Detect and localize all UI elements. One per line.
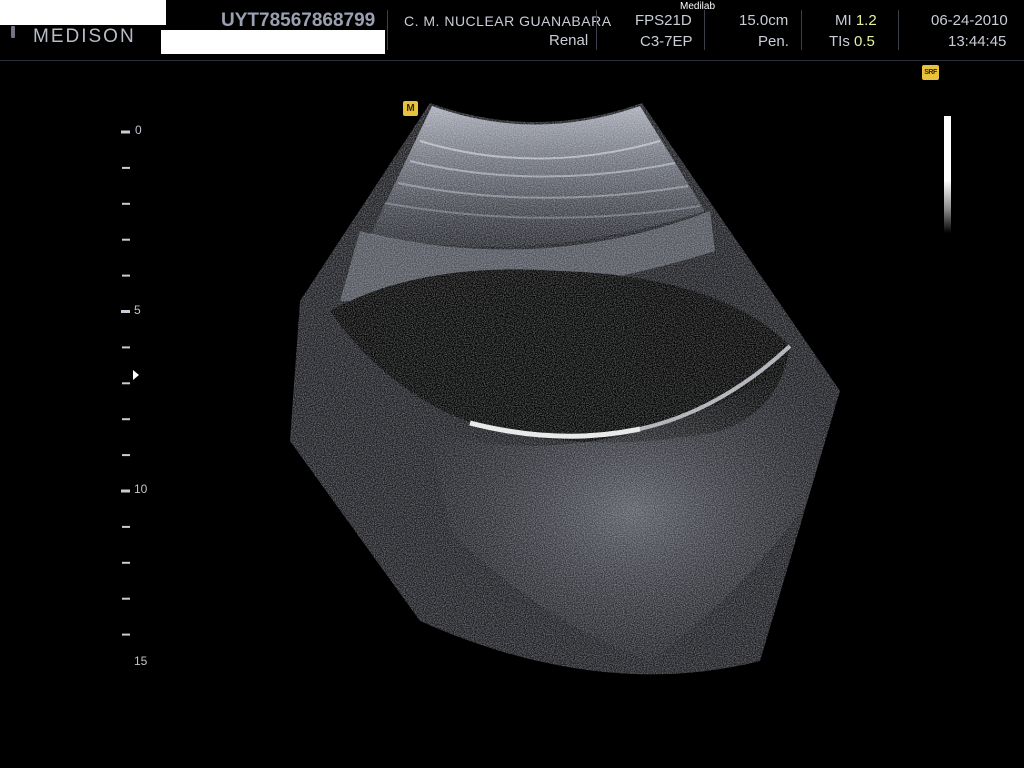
divider: [387, 10, 388, 50]
patient-id: UYT78567868799: [221, 10, 376, 31]
mechanical-index: MI 1.2: [835, 12, 877, 29]
hospital-name: C. M. NUCLEAR GUANABARA: [404, 13, 612, 29]
focus-marker-icon[interactable]: [133, 370, 139, 380]
tis-label: TIs: [829, 33, 850, 50]
divider: [704, 10, 705, 50]
depth-scale: [121, 130, 130, 636]
depth-scale-label-10: 10: [134, 482, 148, 496]
depth-value: 15.0cm: [739, 12, 789, 29]
grayscale-bar: [944, 116, 951, 233]
brand-mark-icon: [11, 26, 15, 38]
tis-value: 0.5: [854, 33, 875, 50]
probe-model: C3-7EP: [640, 33, 693, 50]
mi-value: 1.2: [855, 12, 877, 29]
scan-sector: [290, 103, 840, 675]
status-header: MEDISON UYT78567868799 C. M. NUCLEAR GUA…: [0, 0, 1024, 61]
divider: [898, 10, 899, 50]
brand-logo: MEDISON: [33, 26, 136, 47]
penetration-mode: Pen.: [758, 33, 789, 50]
exam-time: 13:44:45: [948, 33, 1007, 50]
depth-scale-label-15: 15: [134, 654, 148, 668]
mi-label: MI: [835, 12, 852, 29]
exam-type: Renal: [549, 32, 589, 49]
divider: [801, 10, 802, 50]
frame-rate: FPS21D: [635, 12, 692, 29]
orientation-marker-icon: M: [403, 101, 418, 116]
redacted-patient-name: [0, 0, 166, 25]
ultrasound-scan-image: [121, 103, 840, 675]
depth-scale-label-5: 5: [134, 303, 141, 317]
depth-scale-label-0: 0: [135, 123, 142, 137]
ultrasound-image-area: 0 5 10 15 M SRF: [0, 61, 1024, 768]
srf-indicator-icon: SRF: [922, 65, 939, 80]
thermal-index: TIs 0.5: [829, 33, 875, 50]
divider: [596, 10, 597, 50]
redacted-patient-info: [161, 30, 385, 54]
exam-date: 06-24-2010: [931, 12, 1008, 29]
preset-label: Medilab: [680, 1, 716, 12]
